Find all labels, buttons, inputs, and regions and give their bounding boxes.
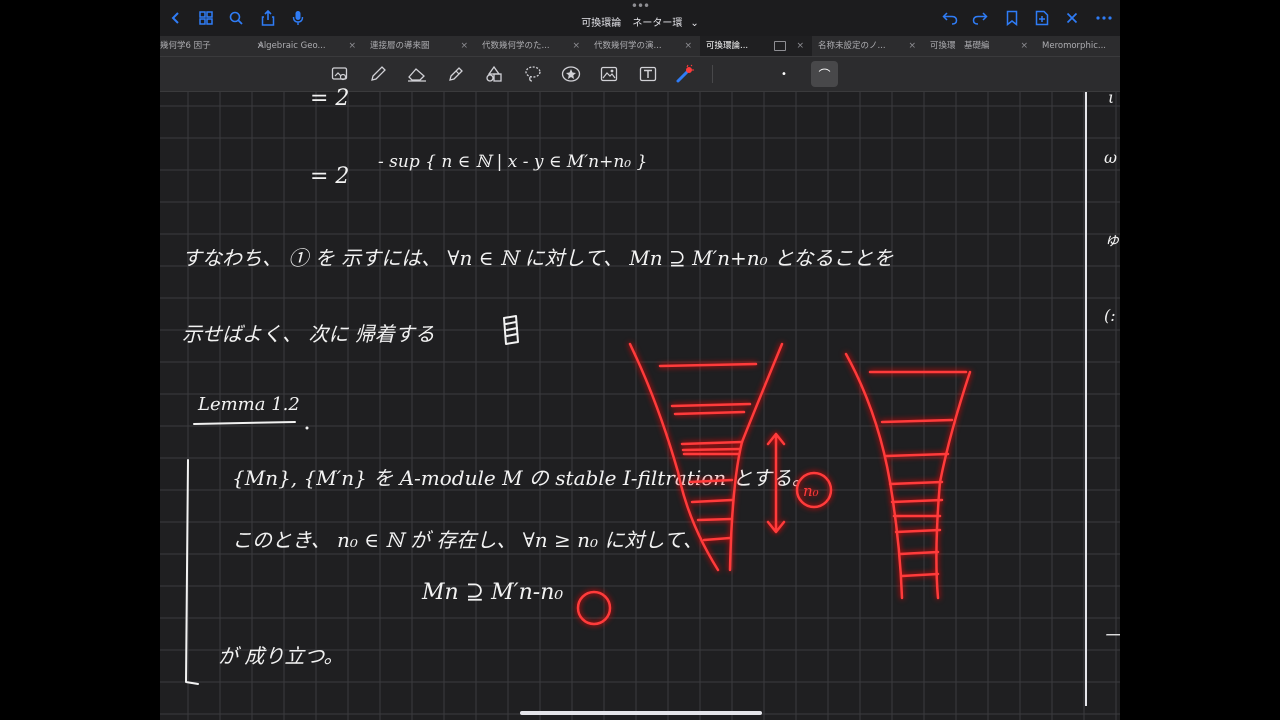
add-page-icon[interactable]: [1030, 6, 1054, 30]
note-canvas[interactable]: = 2 = 2 - sup { n ∈ ℕ | x - y ∈ M′n+n₀ }…: [160, 86, 1120, 720]
close-icon[interactable]: [1060, 6, 1084, 30]
margin-line: [1085, 92, 1087, 706]
lasso-icon[interactable]: [522, 64, 544, 84]
tab-bar: 幾何学6 因子 × Algebraic Geo... × 連接層の導来圏 × 代数幾何…: [160, 36, 1120, 57]
notebook-title: 可換環論: [581, 18, 622, 29]
tab-close-icon[interactable]: ×: [460, 36, 468, 56]
tab-close-icon[interactable]: ×: [908, 36, 916, 56]
shapes-icon[interactable]: [483, 64, 505, 84]
margin-mark-1: ω: [1104, 148, 1118, 167]
tab-3[interactable]: 代数幾何学のた... ×: [476, 36, 588, 56]
pen-stroke-style[interactable]: ⌒: [811, 61, 838, 87]
toolbar-divider: [712, 65, 713, 83]
flag-mark: [503, 315, 519, 345]
red-n0-label: n₀: [803, 482, 819, 500]
tab-label: 連接層の導来圏: [370, 41, 430, 51]
tab-label: 代数幾何学のた...: [482, 41, 550, 51]
tool-bar: • ⌒: [160, 57, 1120, 92]
tab-label: 可換環論...: [706, 41, 749, 51]
bookmark-icon[interactable]: [1000, 6, 1024, 30]
tab-5-active[interactable]: 可換環論... ×: [700, 36, 812, 56]
tab-2[interactable]: 連接層の導来圏 ×: [364, 36, 476, 56]
text-line-4: 示せばよく、 次に 帰着する: [182, 322, 435, 346]
laser-pointer-icon[interactable]: [674, 64, 696, 84]
highlighter-icon[interactable]: [445, 64, 467, 84]
margin-mark-2: ゅ: [1104, 230, 1120, 249]
equation-line-1: = 2: [310, 86, 350, 111]
red-filtration-sketch: n₀: [628, 342, 972, 600]
sticker-icon[interactable]: [560, 64, 582, 84]
multitask-dots-icon[interactable]: •••: [630, 0, 650, 12]
notes-app: ••• 可換環論 ネーター環 ⌄ 幾何学6 因子 × Algebraic Geo..…: [160, 0, 1120, 720]
margin-mark-4: 一: [1104, 626, 1120, 645]
text-line-3: すなわち、 ① を 示すには、 ∀n ∈ ℕ に対して、 Mn ⊇ M′n+n₀…: [182, 246, 894, 270]
tab-label: 幾何学6 因子: [160, 41, 211, 51]
tab-close-icon[interactable]: ×: [796, 36, 804, 56]
image-icon[interactable]: [598, 64, 620, 84]
tab-6[interactable]: 名称未設定のノ... ×: [812, 36, 924, 56]
undo-icon[interactable]: [938, 6, 962, 30]
tab-7[interactable]: 可換環 基礎編 ×: [924, 36, 1036, 56]
lemma-underline: [193, 421, 309, 430]
text-icon[interactable]: [637, 64, 659, 84]
tab-close-icon[interactable]: ×: [572, 36, 580, 56]
split-view-icon[interactable]: [774, 41, 786, 51]
tab-1[interactable]: Algebraic Geo... ×: [252, 36, 364, 56]
page-subtitle: ネーター環: [632, 18, 683, 29]
tab-4[interactable]: 代数幾何学の演... ×: [588, 36, 700, 56]
tab-8[interactable]: Meromorphic...: [1036, 36, 1120, 56]
tab-close-icon[interactable]: ×: [1020, 36, 1028, 56]
tab-close-icon[interactable]: ×: [348, 36, 356, 56]
eraser-icon[interactable]: [406, 64, 428, 84]
redo-icon[interactable]: [968, 6, 992, 30]
title-chevron-icon: ⌄: [690, 18, 699, 29]
lemma-title: Lemma 1.2: [198, 394, 300, 415]
margin-mark-0: ι: [1108, 88, 1115, 107]
equation-line-2-exponent: - sup { n ∈ ℕ | x - y ∈ M′n+n₀ }: [378, 152, 648, 172]
pen-size-dot[interactable]: •: [774, 64, 794, 84]
tab-label: 代数幾何学の演...: [594, 41, 662, 51]
equation-line-2-base: = 2: [310, 164, 350, 189]
margin-mark-3: (:: [1104, 306, 1116, 325]
top-bar: ••• 可換環論 ネーター環 ⌄: [160, 0, 1120, 36]
tab-close-icon[interactable]: ×: [684, 36, 692, 56]
lasso-image-icon[interactable]: [329, 64, 351, 84]
lemma-line-4: が 成り立つ。: [218, 644, 344, 668]
red-n0-circle-small: [576, 590, 612, 626]
tab-label: 可換環 基礎編: [930, 41, 990, 51]
tab-label: Algebraic Geo...: [258, 41, 326, 51]
pen-icon[interactable]: [367, 64, 389, 84]
tab-label: Meromorphic...: [1042, 41, 1106, 51]
more-options-icon[interactable]: [1092, 6, 1116, 30]
tab-label: 名称未設定のノ...: [818, 41, 886, 51]
lemma-bracket: [185, 459, 199, 685]
home-indicator: [520, 711, 762, 715]
lemma-line-3: Mn ⊇ M′n-n₀: [422, 580, 564, 605]
